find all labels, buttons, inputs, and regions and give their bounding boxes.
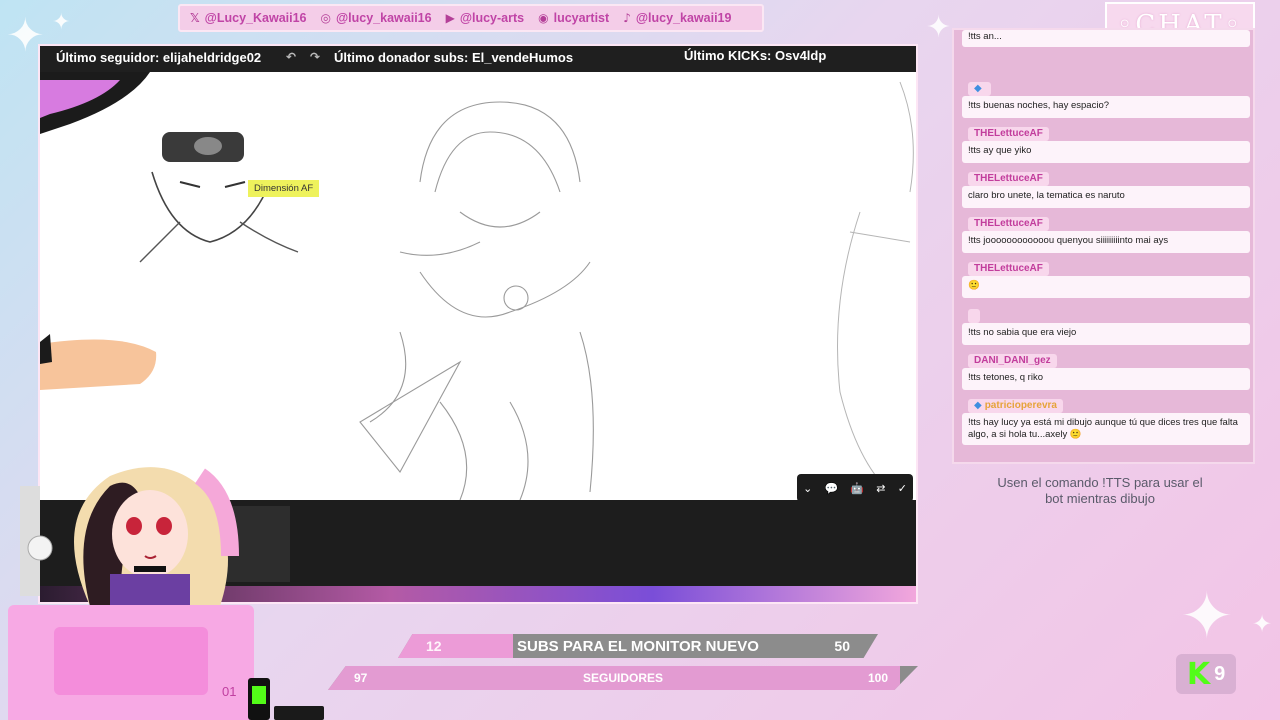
social-link-youtube[interactable]: ▶ @lucy-arts	[446, 11, 525, 25]
desk-monitor	[54, 627, 208, 695]
social-link-x[interactable]: 𝕏 @Lucy_Kawaii16	[190, 11, 307, 25]
last-follower-label: Último seguidor: elijaheldridge02	[56, 50, 262, 65]
chat-message-text: !tts no sabia que era viejo	[962, 323, 1250, 345]
flip-icon[interactable]: ⇄	[876, 482, 885, 495]
chat-panel: !tts an... ◆ !tts buenas noches, hay esp…	[952, 28, 1255, 464]
social-handle: @lucy-arts	[459, 11, 525, 25]
layer-tooltip: Dimensión AF	[248, 180, 320, 197]
discord-icon: ◉	[538, 11, 549, 25]
kick-logo-icon: K	[1186, 656, 1211, 692]
subs-goal-bar: 12 SUBS PARA EL MONITOR NUEVO 50	[398, 634, 878, 658]
social-link-discord[interactable]: ◉ lucyartist	[538, 11, 609, 25]
chat-username-text: patricioperevra	[984, 400, 1057, 411]
sketch-artwork	[40, 72, 914, 500]
check-icon[interactable]: ✓	[898, 482, 907, 495]
followers-goal-target: 100	[867, 671, 888, 685]
bot-icon[interactable]: 🤖	[850, 482, 864, 495]
chat-username: THELettuceAF	[968, 217, 1049, 231]
undo-icon[interactable]: ↶	[286, 50, 296, 64]
desk-counter: 01	[222, 684, 237, 699]
chat-message-text: !tts ay que yiko	[962, 141, 1250, 163]
drink-cans	[248, 678, 324, 720]
social-handle: @Lucy_Kawaii16	[204, 11, 307, 25]
sparkle-icon: ✦	[52, 10, 71, 35]
kick-viewer-badge: K 9	[1176, 654, 1236, 694]
chat-username	[968, 309, 980, 323]
subs-goal-title: SUBS PARA EL MONITOR NUEVO	[517, 637, 759, 655]
x-icon: 𝕏	[190, 11, 200, 25]
chat-username: ◆ patricioperevra	[968, 399, 1063, 413]
sparkle-icon: ✦	[926, 10, 952, 45]
redo-icon[interactable]: ↷	[310, 50, 320, 64]
selection-toolbar: ⌄ 💬 🤖 ⇄ ✓	[797, 474, 913, 502]
user-badge-icon: ◆	[974, 400, 982, 411]
chat-message-text: !tts an...	[962, 30, 1250, 47]
social-handle: @lucy_kawaii19	[635, 11, 732, 25]
kick-viewer-count: 9	[1214, 662, 1226, 685]
youtube-icon: ▶	[445, 11, 455, 25]
sparkle-icon: ✦	[1252, 610, 1273, 638]
chat-message-text: !tts tetones, q riko	[962, 368, 1250, 390]
chat-message-text: claro bro unete, la tematica es naruto	[962, 186, 1250, 208]
chat-message-text: !tts joooooooooooou quenyou siiiiiiiiint…	[962, 231, 1250, 253]
chat-username: THELettuceAF	[968, 172, 1049, 186]
social-link-instagram[interactable]: ◎ @lucy_kawaii16	[321, 11, 432, 25]
followers-goal-bar: 97 SEGUIDORES 100	[328, 666, 918, 690]
tiktok-icon: ♪	[623, 11, 631, 25]
social-links-bar: 𝕏 @Lucy_Kawaii16 ◎ @lucy_kawaii16 ▶ @luc…	[178, 4, 764, 32]
instagram-icon: ◎	[320, 11, 331, 25]
chat-username: DANI_DANI_gez	[968, 354, 1057, 368]
chat-message-text: !tts buenas noches, hay espacio?	[962, 96, 1250, 118]
desk-illustration	[8, 605, 254, 720]
drawing-canvas[interactable]: Dimensión AF ⌄ 💬 🤖 ⇄ ✓	[40, 72, 916, 502]
last-kick-label: Último KICKs: Osv4ldp	[684, 48, 827, 63]
chat-message-text: 🙂	[962, 276, 1250, 298]
tts-hint: Usen el comando !TTS para usar el bot mi…	[997, 475, 1203, 506]
chat-username: ◆	[968, 82, 991, 96]
user-badge-icon: ◆	[974, 83, 982, 94]
stream-alert-strip: Último seguidor: elijaheldridge02 ↶ ↷ Úl…	[40, 46, 916, 72]
chat-bubble-icon[interactable]: 💬	[825, 482, 839, 495]
social-handle: lucyartist	[553, 11, 610, 25]
social-link-tiktok[interactable]: ♪ @lucy_kawaii19	[623, 11, 731, 25]
sparkle-icon: ✦	[1180, 580, 1234, 654]
last-donor-label: Último donador subs: El_vendeHumos	[334, 50, 574, 65]
chat-message-text: !tts hay lucy ya está mi dibujo aunque t…	[962, 413, 1250, 445]
subs-goal-target: 50	[834, 638, 850, 654]
vtuber-avatar	[20, 467, 239, 614]
followers-goal-title: SEGUIDORES	[582, 671, 663, 685]
chat-username: THELettuceAF	[968, 127, 1049, 141]
social-handle: @lucy_kawaii16	[335, 11, 432, 25]
chevron-down-icon[interactable]: ⌄	[803, 482, 812, 495]
chat-username: THELettuceAF	[968, 262, 1049, 276]
